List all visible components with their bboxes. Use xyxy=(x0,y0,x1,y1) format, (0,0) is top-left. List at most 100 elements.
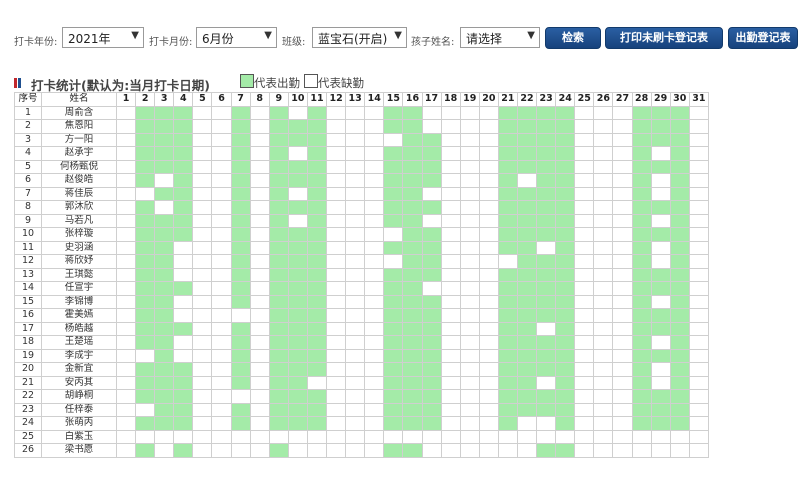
attendance-present-cell xyxy=(230,294,251,309)
attendance-absent-cell xyxy=(459,227,480,242)
search-button[interactable]: 检索 xyxy=(545,27,601,49)
attendance-present-cell xyxy=(154,308,175,323)
attendance-present-cell xyxy=(268,146,289,161)
attendance-present-cell xyxy=(650,321,671,336)
attendance-present-cell xyxy=(421,375,442,390)
attendance-present-cell xyxy=(173,119,194,134)
attendance-present-cell xyxy=(669,389,690,404)
attendance-present-cell xyxy=(516,146,538,161)
attendance-present-cell xyxy=(631,213,652,228)
attendance-absent-cell xyxy=(345,321,366,336)
row-index: 15 xyxy=(14,294,42,309)
month-select[interactable]: 6月份 ▼ xyxy=(196,27,277,48)
attendance-absent-cell xyxy=(536,429,557,444)
attendance-absent-cell xyxy=(478,294,499,309)
day-header: 19 xyxy=(459,92,480,107)
attendance-absent-cell xyxy=(249,119,270,134)
print-unswiped-button[interactable]: 打印未刷卡登记表 xyxy=(605,27,723,49)
attendance-absent-cell xyxy=(631,429,652,444)
attendance-present-cell xyxy=(631,132,652,147)
attendance-absent-cell xyxy=(459,132,480,147)
attendance-present-cell xyxy=(555,146,576,161)
attendance-absent-cell xyxy=(249,402,270,417)
attendance-absent-cell xyxy=(345,240,366,255)
attendance-present-cell xyxy=(555,308,576,323)
attendance-absent-cell xyxy=(688,132,709,147)
attendance-absent-cell xyxy=(211,186,232,201)
attendance-present-cell xyxy=(230,132,251,147)
attendance-present-cell xyxy=(555,443,576,458)
attendance-register-button[interactable]: 出勤登记表 xyxy=(728,27,798,49)
attendance-absent-cell xyxy=(211,348,232,363)
legend-absent-swatch xyxy=(304,74,318,88)
attendance-absent-cell xyxy=(173,335,194,350)
attendance-absent-cell xyxy=(574,402,595,417)
child-name: 金新宜 xyxy=(41,362,117,377)
attendance-absent-cell xyxy=(326,132,347,147)
attendance-absent-cell xyxy=(574,105,595,120)
attendance-present-cell xyxy=(669,281,690,296)
attendance-present-cell xyxy=(402,348,423,363)
attendance-absent-cell xyxy=(688,240,709,255)
attendance-present-cell xyxy=(536,308,557,323)
attendance-present-cell xyxy=(287,362,308,377)
attendance-absent-cell xyxy=(688,429,709,444)
attendance-absent-cell xyxy=(249,321,270,336)
attendance-absent-cell xyxy=(345,335,366,350)
attendance-absent-cell xyxy=(211,443,232,458)
attendance-absent-cell xyxy=(593,416,614,431)
attendance-present-cell xyxy=(536,443,557,458)
attendance-present-cell xyxy=(230,254,251,269)
attendance-present-cell xyxy=(516,321,538,336)
attendance-absent-cell xyxy=(345,254,366,269)
attendance-absent-cell xyxy=(173,254,194,269)
attendance-present-cell xyxy=(268,362,289,377)
attendance-present-cell xyxy=(555,416,576,431)
attendance-present-cell xyxy=(287,173,308,188)
attendance-present-cell xyxy=(555,240,576,255)
row-index: 11 xyxy=(14,240,42,255)
attendance-present-cell xyxy=(287,308,308,323)
attendance-absent-cell xyxy=(650,429,671,444)
attendance-absent-cell xyxy=(192,159,213,174)
attendance-present-cell xyxy=(154,294,175,309)
attendance-present-cell xyxy=(669,375,690,390)
attendance-present-cell xyxy=(383,119,404,134)
attendance-present-cell xyxy=(287,416,308,431)
attendance-present-cell xyxy=(135,416,156,431)
child-name-select[interactable]: 请选择 ▼ xyxy=(460,27,540,48)
attendance-absent-cell xyxy=(612,294,633,309)
attendance-present-cell xyxy=(402,335,423,350)
attendance-present-cell xyxy=(516,186,538,201)
attendance-absent-cell xyxy=(612,146,633,161)
attendance-absent-cell xyxy=(211,389,232,404)
day-header: 18 xyxy=(440,92,461,107)
attendance-absent-cell xyxy=(249,281,270,296)
attendance-absent-cell xyxy=(478,429,499,444)
attendance-present-cell xyxy=(154,335,175,350)
attendance-absent-cell xyxy=(326,213,347,228)
attendance-present-cell xyxy=(268,227,289,242)
class-select[interactable]: 蓝宝石(开启) ▼ xyxy=(312,27,407,48)
attendance-absent-cell xyxy=(345,227,366,242)
attendance-absent-cell xyxy=(345,308,366,323)
attendance-absent-cell xyxy=(440,389,461,404)
attendance-present-cell xyxy=(154,240,175,255)
year-select[interactable]: 2021年 ▼ xyxy=(62,27,144,48)
attendance-present-cell xyxy=(154,402,175,417)
attendance-absent-cell xyxy=(192,429,213,444)
attendance-absent-cell xyxy=(249,173,270,188)
attendance-absent-cell xyxy=(650,362,671,377)
attendance-present-cell xyxy=(650,267,671,282)
attendance-absent-cell xyxy=(115,416,137,431)
day-header: 30 xyxy=(669,92,690,107)
attendance-absent-cell xyxy=(593,200,614,215)
day-header: 26 xyxy=(593,92,614,107)
name-header: 姓名 xyxy=(41,92,117,107)
attendance-present-cell xyxy=(669,362,690,377)
attendance-absent-cell xyxy=(345,402,366,417)
attendance-absent-cell xyxy=(287,213,308,228)
attendance-present-cell xyxy=(631,375,652,390)
legend-absent-label: 代表缺勤 xyxy=(318,76,364,90)
attendance-present-cell xyxy=(516,200,538,215)
